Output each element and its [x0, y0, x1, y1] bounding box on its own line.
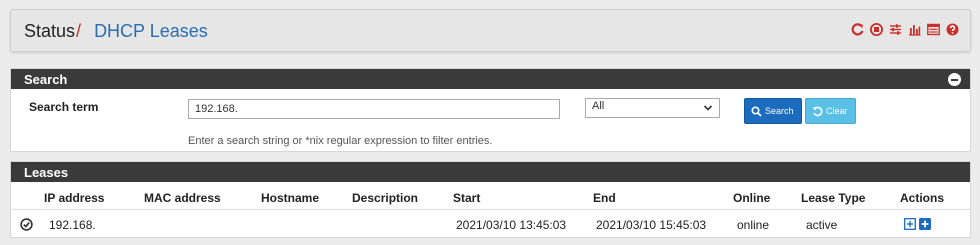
search-button-label: Search: [765, 106, 794, 116]
lease-online-status: online: [737, 218, 770, 232]
search-help-text: Enter a search string or *nix regular ex…: [188, 135, 493, 147]
settings-sliders-icon[interactable]: [889, 23, 902, 36]
leases-panel-header: Leases: [11, 162, 970, 182]
breadcrumb-separator: /: [76, 21, 82, 41]
leases-panel: Leases IP address MAC address Hostname D…: [10, 161, 971, 238]
lease-ip: 192.168.: [49, 218, 96, 232]
search-panel-header: Search: [11, 69, 970, 89]
lease-end: 2021/03/10 15:45:03: [596, 218, 707, 232]
column-header-actions: Actions: [900, 191, 945, 205]
search-button[interactable]: Search: [744, 98, 802, 124]
help-icon[interactable]: [946, 23, 959, 36]
restart-service-icon[interactable]: [851, 23, 864, 36]
stop-service-icon[interactable]: [870, 23, 883, 36]
redacted-area: [113, 211, 246, 233]
search-input[interactable]: [188, 99, 560, 119]
column-header-end[interactable]: End: [593, 191, 616, 205]
undo-icon: [812, 106, 823, 116]
breadcrumb-page-link[interactable]: DHCP Leases: [94, 21, 208, 41]
search-term-label: Search term: [29, 100, 99, 114]
table-header-divider: [11, 209, 970, 210]
search-filter-selected: All: [592, 100, 605, 112]
column-header-hostname[interactable]: Hostname: [261, 191, 319, 205]
breadcrumb: Status/ DHCP Leases: [24, 21, 208, 42]
clear-button-label: Clear: [826, 106, 848, 116]
search-panel-title: Search: [24, 72, 68, 87]
collapse-panel-icon[interactable]: [948, 73, 961, 86]
search-panel: Search Search term All Search Clear Ente…: [10, 68, 971, 152]
breadcrumb-section: Status: [24, 21, 76, 41]
search-filter-select[interactable]: All: [585, 98, 720, 118]
lease-start: 2021/03/10 13:45:03: [456, 218, 567, 232]
column-header-online[interactable]: Online: [733, 191, 770, 205]
column-header-ip[interactable]: IP address: [44, 191, 104, 205]
search-icon: [751, 105, 762, 117]
column-header-description[interactable]: Description: [352, 191, 418, 205]
log-list-icon[interactable]: [927, 23, 940, 36]
chevron-down-icon: [703, 105, 713, 111]
column-header-start[interactable]: Start: [453, 191, 480, 205]
add-static-mapping-icon[interactable]: [904, 218, 916, 230]
online-check-icon: [20, 218, 33, 231]
lease-type: active: [806, 218, 838, 232]
header-icon-group: [851, 23, 959, 36]
column-header-lease-type[interactable]: Lease Type: [801, 191, 865, 205]
add-wol-mapping-icon[interactable]: [919, 218, 931, 230]
status-graph-icon[interactable]: [908, 23, 921, 36]
column-header-mac[interactable]: MAC address: [144, 191, 221, 205]
breadcrumb-bar: Status/ DHCP Leases: [10, 9, 971, 52]
clear-button[interactable]: Clear: [805, 98, 856, 124]
leases-panel-title: Leases: [24, 165, 69, 180]
